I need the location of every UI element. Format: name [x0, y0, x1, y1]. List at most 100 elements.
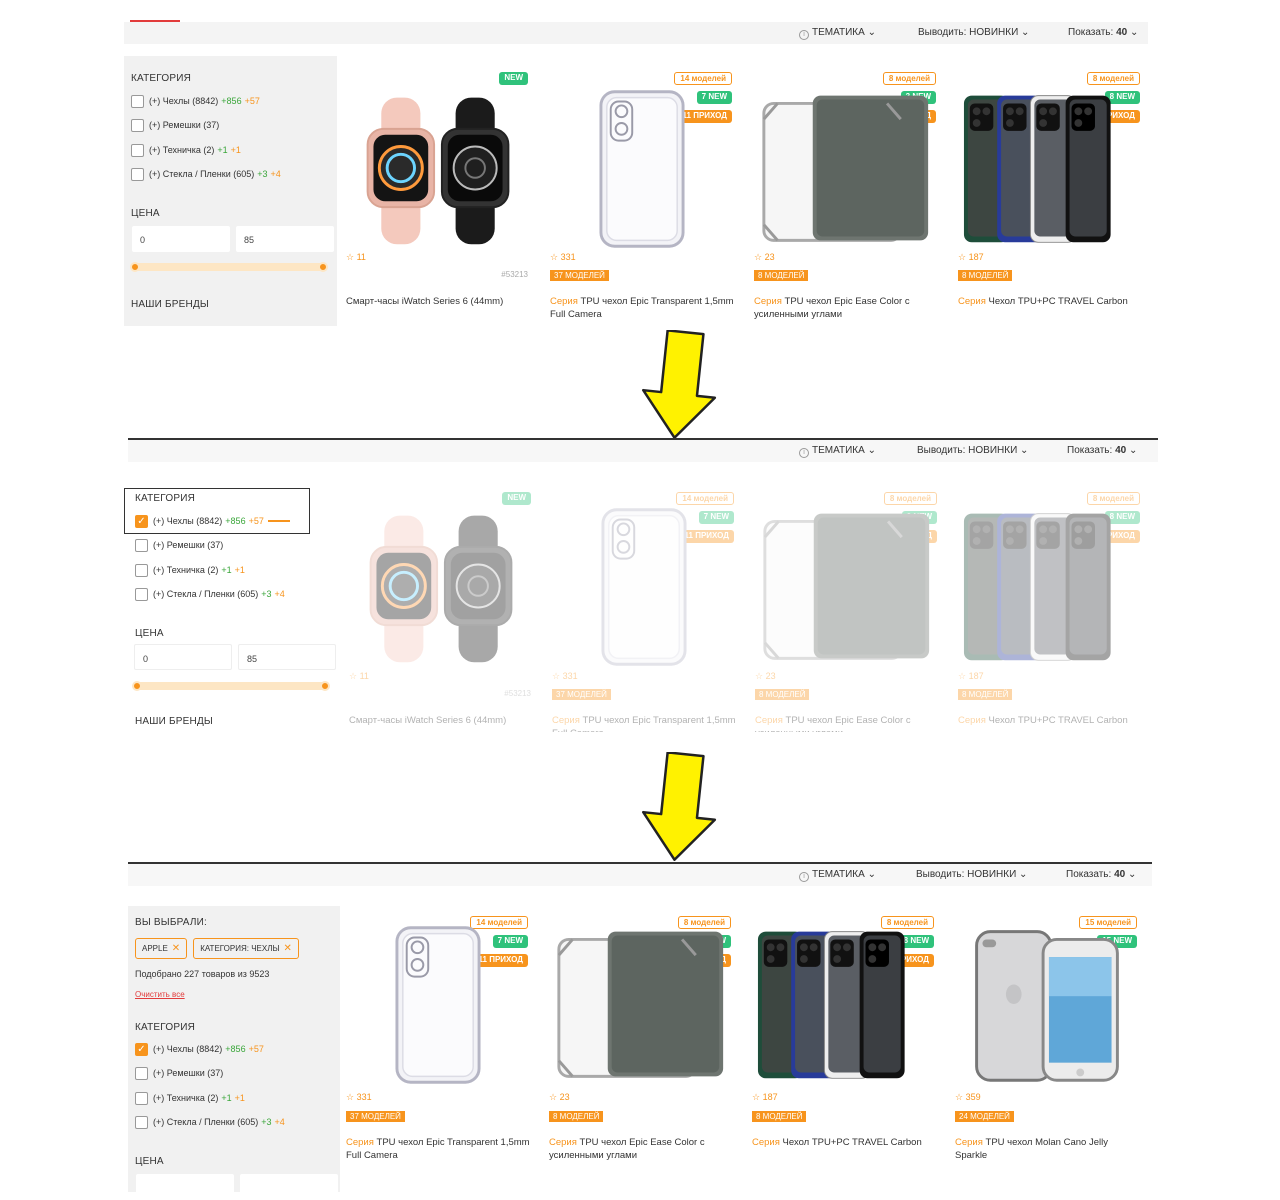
info-icon: i: [799, 448, 809, 458]
output-dropdown[interactable]: Выводить: НОВИНКИ ⌄: [916, 869, 1027, 880]
price-max-input[interactable]: 85: [236, 226, 334, 252]
product-card[interactable]: 8 моделей3 NEW4 ПРИХОД ☆ 238 МОДЕЛЕЙСери…: [748, 62, 944, 326]
category-item[interactable]: (+) Стекла / Пленки (605) +3 +4: [135, 586, 285, 602]
checkbox-checked[interactable]: ✓: [135, 1042, 148, 1056]
output-dropdown[interactable]: Выводить: НОВИНКИ ⌄: [917, 445, 1028, 456]
models-count-badge[interactable]: 8 МОДЕЛЕЙ: [958, 270, 1013, 281]
slider-handle[interactable]: [132, 681, 142, 691]
checkbox[interactable]: [131, 143, 144, 157]
price-max-input[interactable]: [240, 1174, 338, 1192]
theme-dropdown[interactable]: i ТЕМАТИКА ⌄: [799, 27, 876, 40]
checkbox[interactable]: [135, 563, 148, 577]
checkbox[interactable]: [135, 1066, 148, 1080]
category-item[interactable]: (+) Ремешки (37): [135, 1065, 223, 1081]
checkbox[interactable]: [135, 587, 148, 601]
slider-handle[interactable]: [130, 262, 140, 272]
product-image[interactable]: [962, 88, 1138, 248]
price-title: ЦЕНА: [131, 208, 160, 219]
series-label: Серия: [550, 296, 578, 307]
brands-title: НАШИ БРЕНДЫ: [135, 716, 213, 727]
price-slider[interactable]: [132, 681, 330, 691]
product-badge: 8 моделей: [882, 72, 936, 85]
category-item[interactable]: (+) Ремешки (37): [135, 537, 223, 553]
product-title[interactable]: Серия TPU чехол Molan Cano Jelly Sparkle: [955, 1136, 1141, 1162]
price-max-input[interactable]: 85: [238, 644, 336, 670]
product-title[interactable]: Серия Чехол TPU+PC TRAVEL Carbon: [958, 295, 1144, 308]
category-title: КАТЕГОРИЯ: [135, 1022, 196, 1033]
output-dropdown[interactable]: Выводить: НОВИНКИ ⌄: [918, 27, 1029, 38]
loading-overlay: [341, 470, 1158, 732]
close-icon[interactable]: ✕: [172, 943, 180, 954]
product-card[interactable]: 8 моделей8 NEW8 ПРИХОД ☆ 1878 МОДЕЛЕЙСер…: [952, 62, 1148, 326]
screen-clicking: i ТЕМАТИКА ⌄ Выводить: НОВИНКИ ⌄ Показать…: [0, 438, 1280, 732]
product-image[interactable]: [350, 88, 526, 248]
models-count-badge[interactable]: 8 МОДЕЛЕЙ: [549, 1111, 604, 1122]
product-image[interactable]: [554, 88, 730, 248]
models-count-badge[interactable]: 8 МОДЕЛЕЙ: [754, 270, 809, 281]
checkbox[interactable]: [131, 118, 144, 132]
checkbox[interactable]: [135, 1091, 148, 1105]
slider-handle[interactable]: [318, 262, 328, 272]
product-card[interactable]: 8 моделей8 NEW8 ПРИХОД ☆ 1878 МОДЕЛЕЙСер…: [746, 906, 942, 1192]
product-rating: ☆ 187: [752, 1092, 778, 1102]
product-image[interactable]: [959, 924, 1135, 1084]
series-label: Серия: [549, 1137, 577, 1148]
models-count-badge[interactable]: 37 МОДЕЛЕЙ: [550, 270, 609, 281]
price-slider[interactable]: [130, 262, 328, 272]
checkbox[interactable]: [131, 94, 144, 108]
filter-chip[interactable]: КАТЕГОРИЯ: ЧЕХЛЫ ✕: [193, 938, 299, 959]
price-min-input[interactable]: [136, 1174, 234, 1192]
product-rating: ☆ 187: [958, 252, 984, 262]
product-title[interactable]: Смарт-часы iWatch Series 6 (44mm): [346, 295, 532, 308]
show-count-dropdown[interactable]: Показать: 40 ⌄: [1066, 869, 1136, 880]
clear-all-link[interactable]: Очистить все: [135, 990, 185, 999]
product-title[interactable]: Серия TPU чехол Epic Ease Color с усилен…: [754, 295, 940, 321]
category-item[interactable]: (+) Ремешки (37): [131, 117, 219, 133]
show-count-dropdown[interactable]: Показать: 40 ⌄: [1068, 27, 1138, 38]
screen-before: i ТЕМАТИКА ⌄ Выводить: НОВИНКИ ⌄ Показать…: [0, 0, 1280, 326]
checkbox[interactable]: [135, 1115, 148, 1129]
category-item[interactable]: (+) Техничка (2) +1 +1: [131, 142, 241, 158]
series-label: Серия: [752, 1137, 780, 1148]
price-min-input[interactable]: 0: [134, 644, 232, 670]
product-card[interactable]: 14 моделей7 NEW11 ПРИХОД ☆ 33137 МОДЕЛЕЙ…: [340, 906, 536, 1192]
catalog-page: i ТЕМАТИКА ⌄ Выводить: НОВИНКИ ⌄ Показать…: [128, 862, 1152, 1192]
category-item[interactable]: (+) Техничка (2) +1 +1: [135, 1090, 245, 1106]
product-card[interactable]: 14 моделей7 NEW11 ПРИХОД ☆ 33137 МОДЕЛЕЙ…: [544, 62, 740, 326]
models-count-badge[interactable]: 24 МОДЕЛЕЙ: [955, 1111, 1014, 1122]
category-item[interactable]: (+) Чехлы (8842) +856 +57: [131, 93, 260, 109]
catalog-page: i ТЕМАТИКА ⌄ Выводить: НОВИНКИ ⌄ Показать…: [124, 22, 1148, 326]
star-icon: ☆: [346, 1092, 355, 1102]
close-icon[interactable]: ✕: [284, 943, 292, 954]
product-image[interactable]: [756, 924, 932, 1084]
product-card[interactable]: 8 моделей3 NEW4 ПРИХОД ☆ 238 МОДЕЛЕЙСери…: [543, 906, 739, 1192]
theme-dropdown[interactable]: i ТЕМАТИКА ⌄: [799, 869, 876, 882]
product-image[interactable]: [350, 924, 526, 1084]
models-count-badge[interactable]: 37 МОДЕЛЕЙ: [346, 1111, 405, 1122]
category-item[interactable]: (+) Стекла / Пленки (605) +3 +4: [131, 166, 281, 182]
product-title[interactable]: Серия Чехол TPU+PC TRAVEL Carbon: [752, 1136, 938, 1149]
theme-dropdown[interactable]: i ТЕМАТИКА ⌄: [799, 445, 876, 458]
product-card[interactable]: 15 моделей 15 NEW ☆ 359 24 МОДЕЛЕЙ Серия TP…: [949, 906, 1145, 1192]
product-title[interactable]: Серия TPU чехол Epic Ease Color с усилен…: [549, 1136, 735, 1162]
product-image[interactable]: [553, 924, 729, 1084]
product-title[interactable]: Серия TPU чехол Epic Transparent 1,5mm F…: [346, 1136, 532, 1162]
info-icon: i: [799, 30, 809, 40]
sort-bar: i ТЕМАТИКА ⌄ Выводить: НОВИНКИ ⌄ Показать…: [128, 864, 1152, 886]
product-rating: ☆ 23: [549, 1092, 570, 1102]
product-card[interactable]: NEW ☆ 11 #53213 Смарт-часы iWatch Series 6…: [340, 62, 536, 326]
price-min-input[interactable]: 0: [132, 226, 230, 252]
filter-chip[interactable]: APPLE ✕: [135, 938, 188, 959]
checkbox[interactable]: [131, 167, 144, 181]
category-item[interactable]: ✓ (+) Чехлы (8842) +856 +57: [135, 1041, 264, 1057]
category-item[interactable]: (+) Техничка (2) +1 +1: [135, 562, 245, 578]
selected-filters: APPLE ✕ КАТЕГОРИЯ: ЧЕХЛЫ ✕: [135, 938, 299, 959]
category-item[interactable]: (+) Стекла / Пленки (605) +3 +4: [135, 1114, 285, 1130]
models-count-badge[interactable]: 8 МОДЕЛЕЙ: [752, 1111, 807, 1122]
product-title[interactable]: Серия TPU чехол Epic Transparent 1,5mm F…: [550, 295, 736, 321]
product-image[interactable]: [758, 88, 934, 248]
product-badge: NEW: [499, 72, 528, 85]
show-count-dropdown[interactable]: Показать: 40 ⌄: [1067, 445, 1137, 456]
checkbox[interactable]: [135, 538, 148, 552]
slider-handle[interactable]: [320, 681, 330, 691]
